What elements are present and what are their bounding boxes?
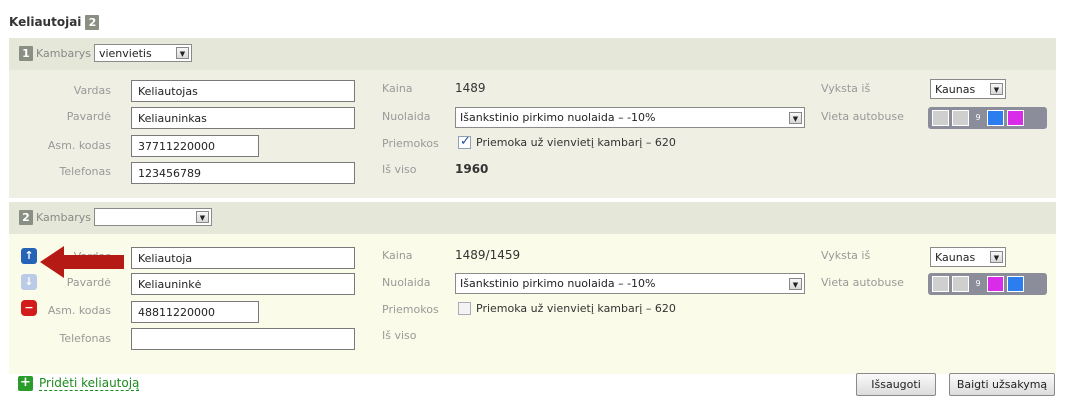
total-label: Iš viso (382, 329, 417, 342)
departs-select-value: Kaunas (935, 82, 976, 96)
seat-taken (952, 110, 969, 126)
discount-select-value: Išankstinio pirkimo nuolaida – -10% (460, 277, 656, 290)
departs-select[interactable]: Kaunas ▼ (930, 79, 1006, 99)
discount-select[interactable]: Išankstinio pirkimo nuolaida – -10% ▼ (455, 273, 805, 294)
first-name-label: Vardas (73, 84, 111, 97)
extra-label: Priemoka už vienvietį kambarį – 620 (476, 136, 676, 149)
bus-seat-picker[interactable]: 9 (928, 107, 1047, 129)
room-band: 2 Kambarys ▼ (9, 202, 1056, 234)
price-value: 1489/1459 (455, 248, 521, 262)
room-select[interactable]: ▼ (93, 208, 212, 226)
room-band: 1 Kambarys vienvietis ▼ (9, 38, 1056, 70)
last-name-input[interactable]: Keliauninkas (131, 107, 355, 129)
id-code-input[interactable]: 37711220000 (131, 135, 259, 157)
phone-label: Telefonas (59, 165, 112, 178)
plus-icon: + (18, 376, 33, 391)
add-traveler-link[interactable]: + Pridėti keliautoją (18, 376, 140, 391)
phone-input[interactable]: 123456789 (131, 162, 355, 184)
travelers-title: Keliautojai (9, 15, 82, 29)
id-code-label: Asm. kodas (47, 304, 111, 317)
total-value: 1960 (455, 162, 489, 176)
seat-number: 9 (975, 279, 981, 288)
traveler-card-1: 1 Kambarys vienvietis ▼ Vardas Keliautoj… (9, 38, 1056, 198)
chevron-down-icon[interactable]: ▼ (789, 277, 802, 290)
extra-label: Priemoka už vienvietį kambarį – 620 (476, 302, 676, 315)
first-name-input[interactable]: Keliautoja (131, 247, 355, 269)
extras-label: Priemokos (382, 303, 439, 316)
discount-label: Nuolaida (382, 110, 431, 123)
departs-label: Vyksta iš (821, 249, 871, 262)
chevron-down-icon[interactable]: ▼ (990, 251, 1003, 263)
total-label: Iš viso (382, 163, 417, 176)
finish-order-button[interactable]: Baigti užsakymą (949, 373, 1055, 396)
traveler-index-badge: 2 (19, 209, 33, 225)
departs-label: Vyksta iš (821, 82, 871, 95)
bus-seat-label: Vieta autobuse (821, 276, 904, 289)
chevron-down-icon[interactable]: ▼ (195, 211, 209, 223)
chevron-down-icon[interactable]: ▼ (990, 83, 1003, 95)
extra-checkbox[interactable] (458, 302, 471, 315)
extras-label: Priemokos (382, 137, 439, 150)
seat-free[interactable] (1007, 276, 1024, 292)
red-pointer-arrow-icon (40, 246, 124, 278)
seat-taken (952, 276, 969, 292)
price-label: Kaina (382, 82, 413, 95)
travelers-count-badge: 2 (85, 14, 100, 30)
seat-free[interactable] (987, 110, 1004, 126)
discount-select[interactable]: Išankstinio pirkimo nuolaida – -10% ▼ (455, 107, 805, 128)
seat-taken (932, 110, 949, 126)
id-code-input[interactable]: 48811220000 (131, 301, 259, 323)
id-code-label: Asm. kodas (47, 139, 111, 152)
departs-select[interactable]: Kaunas ▼ (930, 247, 1006, 267)
room-select[interactable]: vienvietis ▼ (93, 44, 192, 62)
save-button[interactable]: Išsaugoti (856, 373, 936, 396)
discount-label: Nuolaida (382, 276, 431, 289)
add-traveler-label: Pridėti keliautoją (39, 376, 140, 391)
discount-select-value: Išankstinio pirkimo nuolaida – -10% (460, 111, 656, 124)
phone-label: Telefonas (59, 332, 112, 345)
seat-selected[interactable] (987, 276, 1004, 292)
price-value: 1489 (455, 81, 486, 95)
seat-number: 9 (975, 113, 981, 122)
travelers-header: Keliautojai 2 (9, 8, 100, 36)
last-name-input[interactable]: Keliauninkė (131, 273, 355, 295)
traveler-index-badge: 1 (19, 45, 33, 61)
chevron-down-icon[interactable]: ▼ (789, 111, 802, 124)
bus-seat-picker[interactable]: 9 (928, 273, 1047, 295)
seat-selected[interactable] (1007, 110, 1024, 126)
seat-taken (932, 276, 949, 292)
departs-select-value: Kaunas (935, 250, 976, 264)
phone-input[interactable] (131, 328, 355, 350)
traveler-card-2: 2 Kambarys ▼ ↑ ↓ − Vardas Keliautoja Pav… (9, 202, 1056, 374)
price-label: Kaina (382, 249, 413, 262)
room-select-value: vienvietis (98, 46, 152, 60)
first-name-input[interactable]: Keliautojas (131, 80, 355, 102)
room-label: Kambarys (36, 46, 91, 60)
extra-checkbox[interactable] (458, 134, 471, 149)
room-label: Kambarys (36, 210, 91, 224)
chevron-down-icon[interactable]: ▼ (175, 47, 189, 59)
last-name-label: Pavardė (66, 110, 111, 123)
bus-seat-label: Vieta autobuse (821, 110, 904, 123)
